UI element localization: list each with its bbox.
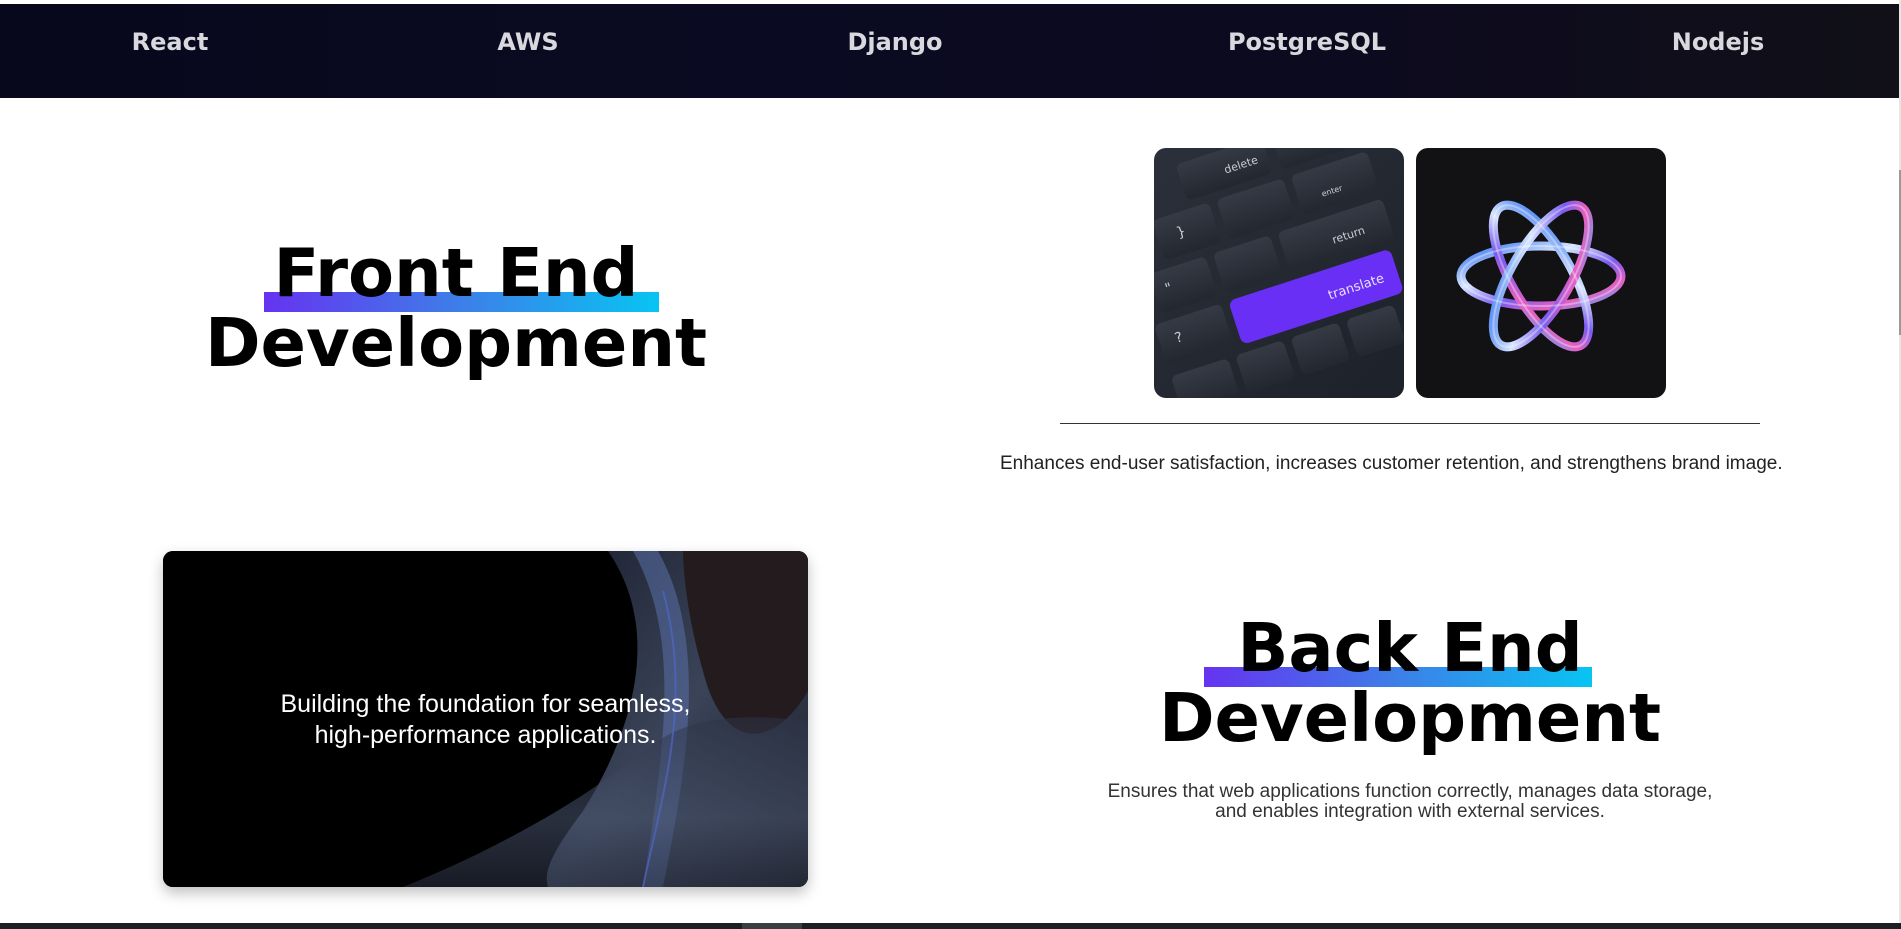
frontend-description: Enhances end-user satisfaction, increase… xyxy=(1000,453,1783,474)
card-text-line2: high-performance applications. xyxy=(314,721,657,749)
bottom-strip-mark xyxy=(742,923,802,929)
backend-title-line2: Development xyxy=(1158,679,1662,757)
card-text-line1: Building the foundation for seamless, xyxy=(280,690,691,718)
tech-item-react[interactable]: React xyxy=(132,28,209,56)
frontend-divider xyxy=(1060,423,1760,424)
backend-description-line1: Ensures that web applications function c… xyxy=(1107,781,1713,802)
page: React AWS Django PostgreSQL Nodejs Front… xyxy=(0,0,1901,929)
tech-item-postgresql[interactable]: PostgreSQL xyxy=(1228,28,1386,56)
keyboard-image: delete enter return translate } " ? xyxy=(1154,148,1404,398)
atom-icon xyxy=(1416,148,1666,398)
frontend-heading: Front End Development xyxy=(200,240,712,377)
tech-item-nodejs[interactable]: Nodejs xyxy=(1672,28,1765,56)
backend-heading: Back End Development xyxy=(1150,615,1670,752)
frontend-title-line2: Development xyxy=(204,304,708,382)
backend-description: Ensures that web applications function c… xyxy=(1060,782,1760,822)
tech-item-aws[interactable]: AWS xyxy=(497,28,558,56)
atom-image xyxy=(1416,148,1666,398)
tech-item-django[interactable]: Django xyxy=(847,28,942,56)
backend-title-line1: Back End xyxy=(1237,609,1583,687)
backend-feature-card: Building the foundation for seamless, hi… xyxy=(163,551,808,887)
bottom-strip xyxy=(0,923,1901,929)
backend-description-line2: and enables integration with external se… xyxy=(1215,801,1605,822)
frontend-title-line1: Front End xyxy=(273,234,639,312)
tech-stack-bar: React AWS Django PostgreSQL Nodejs xyxy=(0,4,1899,98)
keyboard-icon: delete enter return translate } " ? xyxy=(1154,148,1404,398)
